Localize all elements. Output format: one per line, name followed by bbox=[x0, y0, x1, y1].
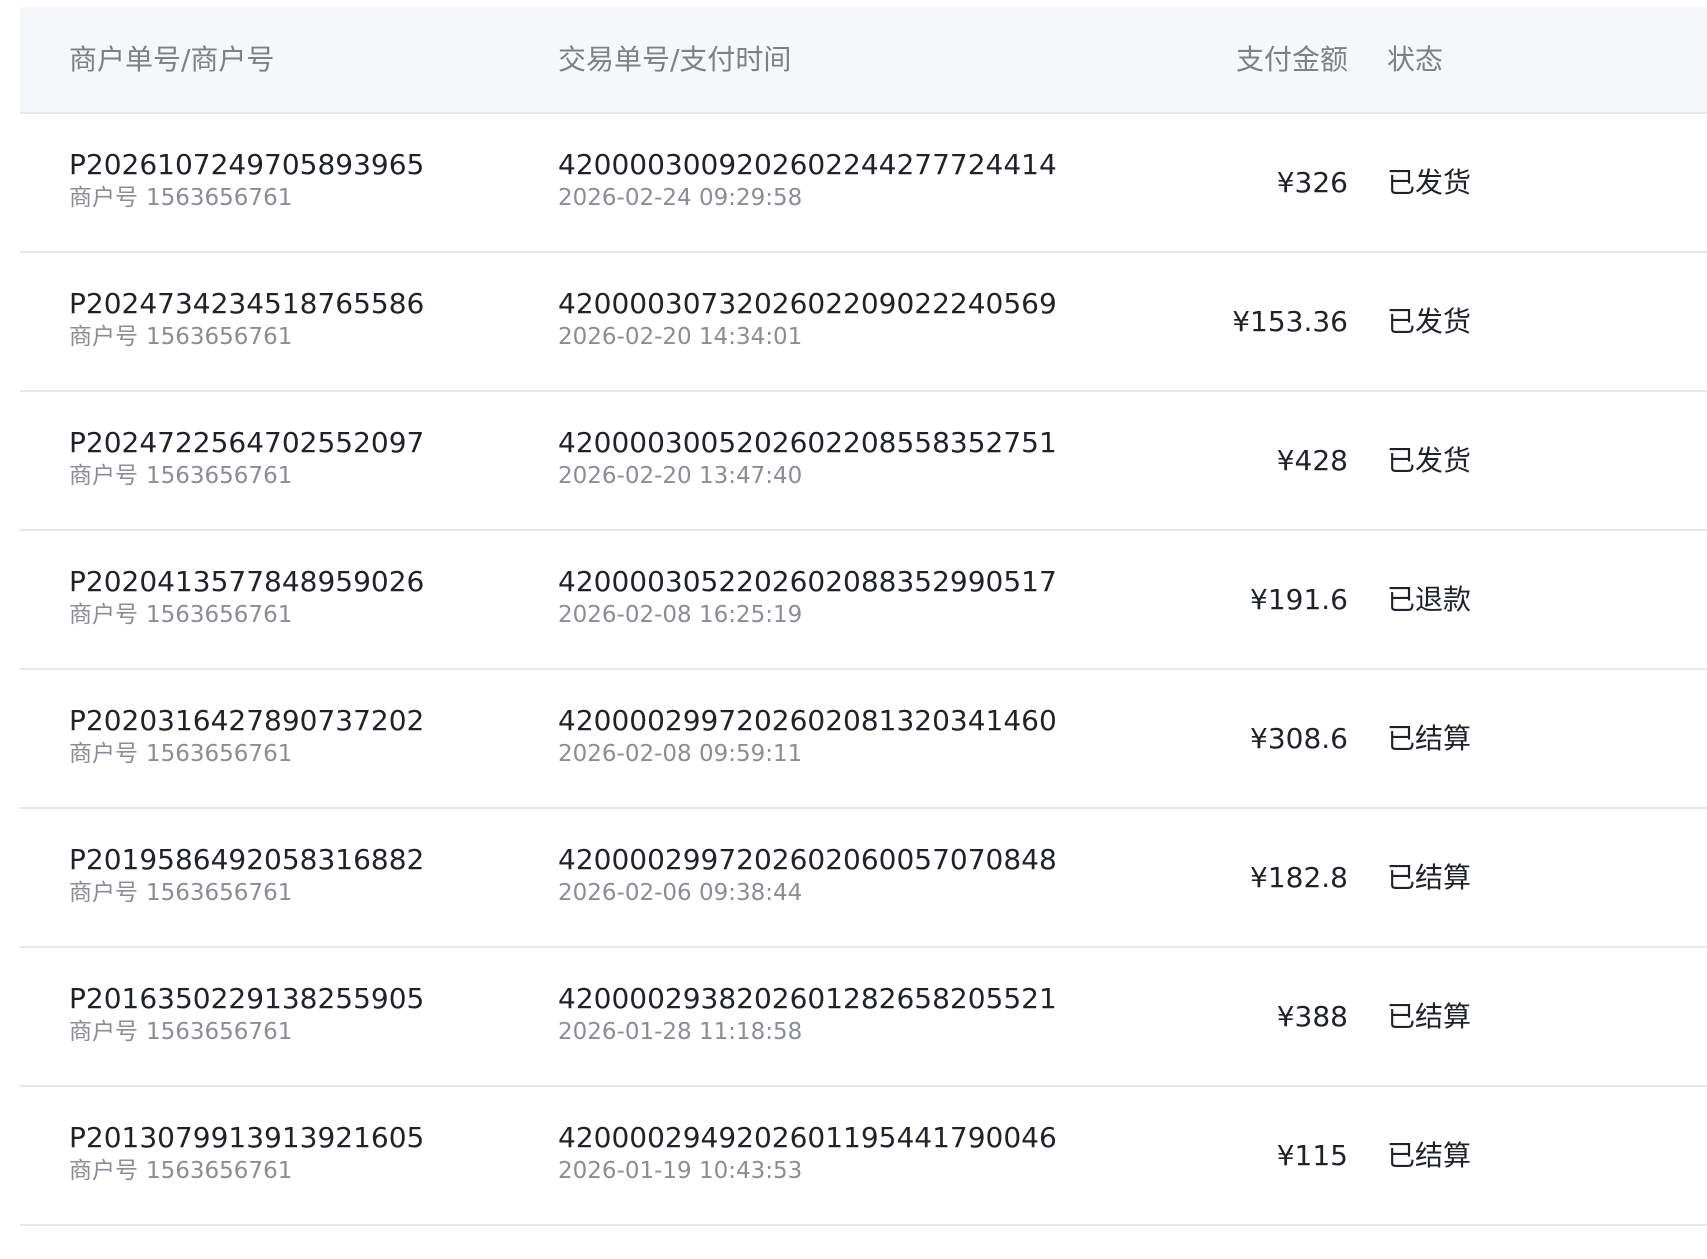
header-amount: 支付金额 bbox=[1235, 43, 1348, 76]
order-number: P2026107249705893965 bbox=[69, 148, 425, 181]
table-header: 商户单号/商户号 交易单号/支付时间 支付金额 状态 bbox=[20, 7, 1707, 114]
merchant-cell: P2026107249705893965 商户号 1563656761 bbox=[69, 148, 424, 213]
order-number: P2016350229138255905 bbox=[69, 982, 425, 1015]
merchant-id: 1563656761 bbox=[146, 1019, 293, 1045]
trade-cell: 4200002949202601195441790046 2026-01-19 … bbox=[558, 1121, 1057, 1186]
header-trade: 交易单号/支付时间 bbox=[558, 43, 792, 76]
merchant-id: 1563656761 bbox=[146, 602, 293, 628]
status-text: 已结算 bbox=[1387, 1000, 1472, 1033]
pay-time: 2026-02-24 09:29:58 bbox=[558, 185, 803, 211]
amount: ¥308.6 bbox=[1250, 722, 1348, 755]
trade-cell: 4200002997202602081320341460 2026-02-08 … bbox=[558, 704, 1057, 769]
merchant-id: 1563656761 bbox=[146, 1158, 293, 1184]
merchant-id-line: 商户号 1563656761 bbox=[69, 461, 424, 491]
order-number: P2019586492058316882 bbox=[69, 843, 425, 876]
merchant-cell: P2024734234518765586 商户号 1563656761 bbox=[69, 287, 424, 352]
status-text: 已结算 bbox=[1387, 722, 1472, 755]
merchant-id-label: 商户号 bbox=[69, 880, 138, 906]
merchant-id-line: 商户号 1563656761 bbox=[69, 322, 424, 352]
merchant-cell: P2016350229138255905 商户号 1563656761 bbox=[69, 982, 424, 1047]
status-text: 已发货 bbox=[1387, 305, 1472, 338]
amount: ¥115 bbox=[1276, 1139, 1348, 1172]
amount: ¥191.6 bbox=[1250, 583, 1348, 616]
trade-number: 4200002997202602081320341460 bbox=[558, 704, 1057, 737]
amount: ¥388 bbox=[1276, 1000, 1348, 1033]
trade-number: 4200003073202602209022240569 bbox=[558, 287, 1057, 320]
table-row[interactable]: P2013079913913921605 商户号 1563656761 42000… bbox=[20, 1087, 1707, 1226]
trade-number: 4200002938202601282658205521 bbox=[558, 982, 1057, 1015]
table-row[interactable]: P2026107249705893965 商户号 1563656761 42000… bbox=[20, 114, 1707, 253]
orders-table: 商户单号/商户号 交易单号/支付时间 支付金额 状态 P202610724970… bbox=[20, 7, 1707, 1226]
pay-time: 2026-02-06 09:38:44 bbox=[558, 880, 803, 906]
merchant-id: 1563656761 bbox=[146, 324, 293, 350]
header-status: 状态 bbox=[1387, 43, 1444, 76]
amount: ¥182.8 bbox=[1250, 861, 1348, 894]
table-row[interactable]: P2024722564702552097 商户号 1563656761 42000… bbox=[20, 392, 1707, 531]
table-row[interactable]: P2016350229138255905 商户号 1563656761 42000… bbox=[20, 948, 1707, 1087]
trade-number: 4200003009202602244277724414 bbox=[558, 148, 1057, 181]
trade-cell: 4200003005202602208558352751 2026-02-20 … bbox=[558, 426, 1057, 491]
pay-time: 2026-01-19 10:43:53 bbox=[558, 1158, 803, 1184]
merchant-cell: P2024722564702552097 商户号 1563656761 bbox=[69, 426, 424, 491]
merchant-id-line: 商户号 1563656761 bbox=[69, 183, 424, 213]
merchant-id-label: 商户号 bbox=[69, 185, 138, 211]
merchant-cell: P2013079913913921605 商户号 1563656761 bbox=[69, 1121, 424, 1186]
table-row[interactable]: P2019586492058316882 商户号 1563656761 42000… bbox=[20, 809, 1707, 948]
merchant-cell: P2020316427890737202 商户号 1563656761 bbox=[69, 704, 424, 769]
order-number: P2024734234518765586 bbox=[69, 287, 425, 320]
merchant-id-line: 商户号 1563656761 bbox=[69, 1017, 424, 1047]
amount: ¥326 bbox=[1276, 166, 1348, 199]
status-text: 已结算 bbox=[1387, 1139, 1472, 1172]
amount: ¥153.36 bbox=[1232, 305, 1348, 338]
merchant-id-label: 商户号 bbox=[69, 463, 138, 489]
pay-time: 2026-02-08 09:59:11 bbox=[558, 741, 803, 767]
merchant-id-label: 商户号 bbox=[69, 1019, 138, 1045]
merchant-cell: P2019586492058316882 商户号 1563656761 bbox=[69, 843, 424, 908]
trade-cell: 4200002938202601282658205521 2026-01-28 … bbox=[558, 982, 1057, 1047]
merchant-id-label: 商户号 bbox=[69, 324, 138, 350]
trade-number: 4200003052202602088352990517 bbox=[558, 565, 1057, 598]
merchant-id: 1563656761 bbox=[146, 463, 293, 489]
pay-time: 2026-02-08 16:25:19 bbox=[558, 602, 803, 628]
trade-cell: 4200003073202602209022240569 2026-02-20 … bbox=[558, 287, 1057, 352]
merchant-id-line: 商户号 1563656761 bbox=[69, 878, 424, 908]
trade-cell: 4200003052202602088352990517 2026-02-08 … bbox=[558, 565, 1057, 630]
merchant-id: 1563656761 bbox=[146, 741, 293, 767]
merchant-id: 1563656761 bbox=[146, 185, 293, 211]
status-text: 已结算 bbox=[1387, 861, 1472, 894]
pay-time: 2026-01-28 11:18:58 bbox=[558, 1019, 803, 1045]
merchant-id-label: 商户号 bbox=[69, 741, 138, 767]
order-number: P2024722564702552097 bbox=[69, 426, 425, 459]
status-text: 已退款 bbox=[1387, 583, 1472, 616]
merchant-id-line: 商户号 1563656761 bbox=[69, 600, 424, 630]
merchant-id-line: 商户号 1563656761 bbox=[69, 739, 424, 769]
order-number: P2020316427890737202 bbox=[69, 704, 425, 737]
table-row[interactable]: P2020316427890737202 商户号 1563656761 42000… bbox=[20, 670, 1707, 809]
trade-cell: 4200003009202602244277724414 2026-02-24 … bbox=[558, 148, 1057, 213]
table-row[interactable]: P2020413577848959026 商户号 1563656761 42000… bbox=[20, 531, 1707, 670]
pay-time: 2026-02-20 13:47:40 bbox=[558, 463, 803, 489]
merchant-id-line: 商户号 1563656761 bbox=[69, 1156, 424, 1186]
order-number: P2013079913913921605 bbox=[69, 1121, 425, 1154]
trade-number: 4200002997202602060057070848 bbox=[558, 843, 1057, 876]
table-row[interactable]: P2024734234518765586 商户号 1563656761 42000… bbox=[20, 253, 1707, 392]
status-text: 已发货 bbox=[1387, 166, 1472, 199]
trade-number: 4200003005202602208558352751 bbox=[558, 426, 1057, 459]
merchant-id: 1563656761 bbox=[146, 880, 293, 906]
amount: ¥428 bbox=[1276, 444, 1348, 477]
merchant-cell: P2020413577848959026 商户号 1563656761 bbox=[69, 565, 424, 630]
order-number: P2020413577848959026 bbox=[69, 565, 425, 598]
header-merchant: 商户单号/商户号 bbox=[69, 43, 275, 76]
status-text: 已发货 bbox=[1387, 444, 1472, 477]
pay-time: 2026-02-20 14:34:01 bbox=[558, 324, 803, 350]
trade-cell: 4200002997202602060057070848 2026-02-06 … bbox=[558, 843, 1057, 908]
trade-number: 4200002949202601195441790046 bbox=[558, 1121, 1057, 1154]
merchant-id-label: 商户号 bbox=[69, 1158, 138, 1184]
merchant-id-label: 商户号 bbox=[69, 602, 138, 628]
table-body: P2026107249705893965 商户号 1563656761 42000… bbox=[20, 114, 1707, 1226]
